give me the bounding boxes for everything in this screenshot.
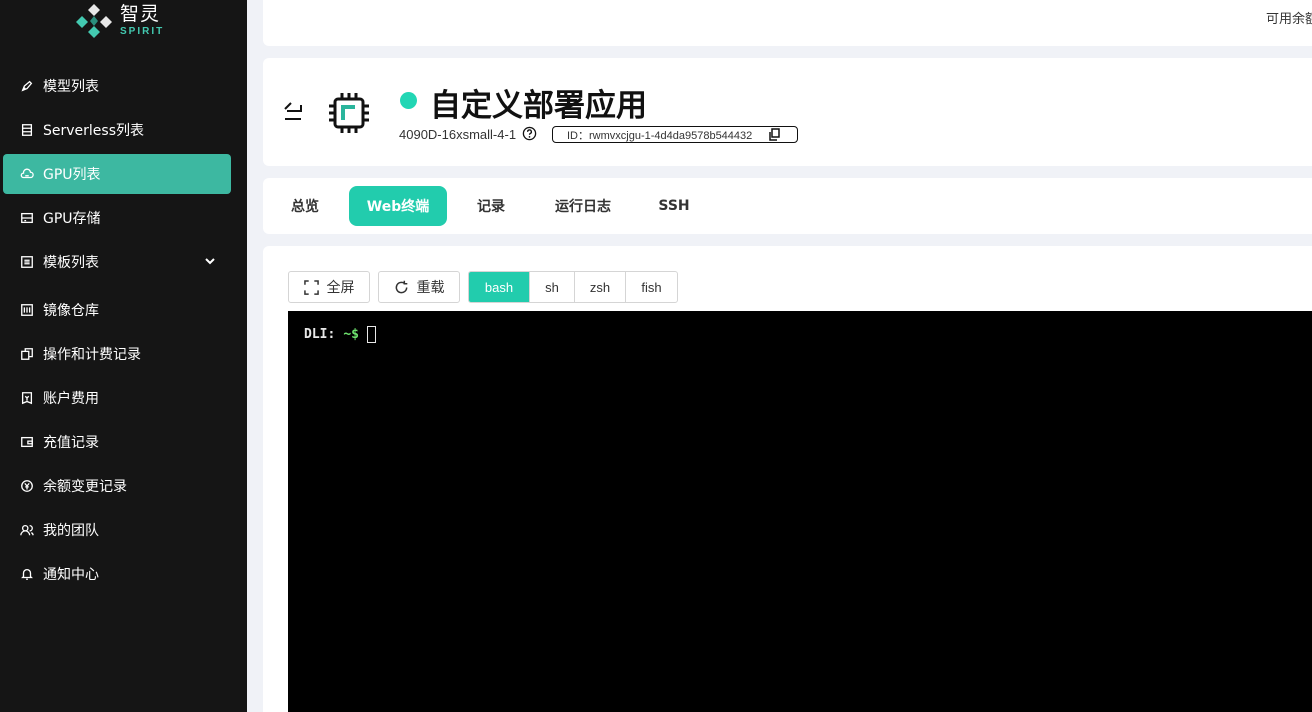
billing-icon xyxy=(19,346,35,362)
rocket-icon xyxy=(19,78,35,94)
sidebar-item-label: 账户费用 xyxy=(43,391,99,407)
sidebar-item-gpu-storage[interactable]: GPU存储 xyxy=(3,198,231,238)
shell-selector: bash sh zsh fish xyxy=(468,271,678,303)
sidebar-item-label: 操作和计费记录 xyxy=(43,347,141,363)
shell-option-sh[interactable]: sh xyxy=(530,272,575,302)
copy-icon[interactable] xyxy=(769,128,781,141)
sidebar-item-label: 模型列表 xyxy=(43,79,99,95)
fullscreen-button[interactable]: 全屏 xyxy=(288,271,370,303)
sidebar-item-label: Serverless列表 xyxy=(43,123,145,139)
tab-records[interactable]: 记录 xyxy=(461,186,521,226)
prompt-host: DLI: xyxy=(304,327,336,342)
image-repo-icon xyxy=(19,302,35,318)
sidebar-item-template-list[interactable]: 模板列表 xyxy=(3,242,231,282)
reload-label: 重载 xyxy=(416,280,445,296)
terminal-prompt: DLI: ~$ xyxy=(304,326,376,343)
sidebar-item-label: 余额变更记录 xyxy=(43,479,127,495)
sidebar-item-serverless-list[interactable]: Serverless列表 xyxy=(3,110,231,150)
template-icon xyxy=(19,254,35,270)
sidebar-item-balance-changes[interactable]: 余额变更记录 xyxy=(3,466,231,506)
fullscreen-icon xyxy=(303,279,319,295)
prompt-path: ~$ xyxy=(343,327,359,342)
sidebar-item-label: GPU列表 xyxy=(43,167,101,183)
shell-option-zsh[interactable]: zsh xyxy=(575,272,626,302)
top-bar: 可用余额 xyxy=(263,0,1312,46)
instance-header: 自定义部署应用 4090D-16xsmall-4-1 ID：rwmvxcjgu-… xyxy=(263,58,1312,166)
tab-ssh[interactable]: SSH xyxy=(643,186,705,226)
page-title: 自定义部署应用 xyxy=(430,88,647,124)
fullscreen-label: 全屏 xyxy=(326,280,355,296)
tab-runtime-logs[interactable]: 运行日志 xyxy=(541,186,625,226)
sidebar-item-label: 通知中心 xyxy=(43,567,99,583)
sidebar-item-label: 我的团队 xyxy=(43,523,99,539)
spirit-logo-icon xyxy=(76,4,112,38)
sidebar-item-label: 模板列表 xyxy=(43,255,99,271)
sidebar-item-label: 镜像仓库 xyxy=(43,303,99,319)
terminal-cursor xyxy=(366,326,376,343)
instance-spec: 4090D-16xsmall-4-1 xyxy=(399,127,517,142)
sidebar: 智灵 SPIRIT 模型列表 Serverless列表 GPU列表 GPU存储 … xyxy=(0,0,247,712)
shell-option-bash[interactable]: bash xyxy=(469,272,530,302)
web-terminal[interactable]: DLI: ~$ xyxy=(288,311,1312,712)
instance-id-badge[interactable]: ID：rwmvxcjgu-1-4d4da9578b544432 xyxy=(552,126,798,143)
chip-icon xyxy=(329,93,369,133)
sidebar-item-recharge-records[interactable]: 充值记录 xyxy=(3,422,231,462)
tab-bar: 总览 Web终端 记录 运行日志 SSH xyxy=(263,178,1312,234)
reload-button[interactable]: 重载 xyxy=(378,271,460,303)
tab-web-terminal[interactable]: Web终端 xyxy=(349,186,447,226)
instance-id: ID：rwmvxcjgu-1-4d4da9578b544432 xyxy=(567,129,753,142)
available-balance: 可用余额 xyxy=(1265,12,1312,27)
sidebar-item-my-team[interactable]: 我的团队 xyxy=(3,510,231,550)
sidebar-item-gpu-list[interactable]: GPU列表 xyxy=(3,154,231,194)
brand-text: 智灵 SPIRIT xyxy=(120,5,164,37)
chevron-down-icon[interactable] xyxy=(203,254,217,268)
back-icon[interactable] xyxy=(281,101,305,123)
sidebar-item-image-repo[interactable]: 镜像仓库 xyxy=(3,290,231,330)
shell-option-fish[interactable]: fish xyxy=(626,272,677,302)
sidebar-item-label: 充值记录 xyxy=(43,435,99,451)
brand-name-en: SPIRIT xyxy=(120,26,165,37)
brand-name-cn: 智灵 xyxy=(120,3,161,25)
cloud-icon xyxy=(19,166,35,182)
help-icon[interactable] xyxy=(522,126,537,141)
team-icon xyxy=(19,522,35,538)
brand-logo[interactable]: 智灵 SPIRIT xyxy=(76,2,164,40)
tab-overview[interactable]: 总览 xyxy=(276,186,334,226)
reload-icon xyxy=(395,280,407,293)
sidebar-item-label: GPU存储 xyxy=(43,211,101,227)
yen-icon xyxy=(19,478,35,494)
wallet-icon xyxy=(19,434,35,450)
terminal-panel: 全屏 重载 bash sh zsh fish DLI: ~$ xyxy=(263,246,1312,712)
sidebar-item-notifications[interactable]: 通知中心 xyxy=(3,554,231,594)
status-indicator xyxy=(400,92,417,109)
storage-icon xyxy=(19,210,35,226)
bell-icon xyxy=(19,566,35,582)
invoice-icon xyxy=(19,390,35,406)
server-icon xyxy=(19,122,35,138)
sidebar-item-model-list[interactable]: 模型列表 xyxy=(3,66,231,106)
sidebar-item-operation-billing[interactable]: 操作和计费记录 xyxy=(3,334,231,374)
sidebar-item-account-fees[interactable]: 账户费用 xyxy=(3,378,231,418)
